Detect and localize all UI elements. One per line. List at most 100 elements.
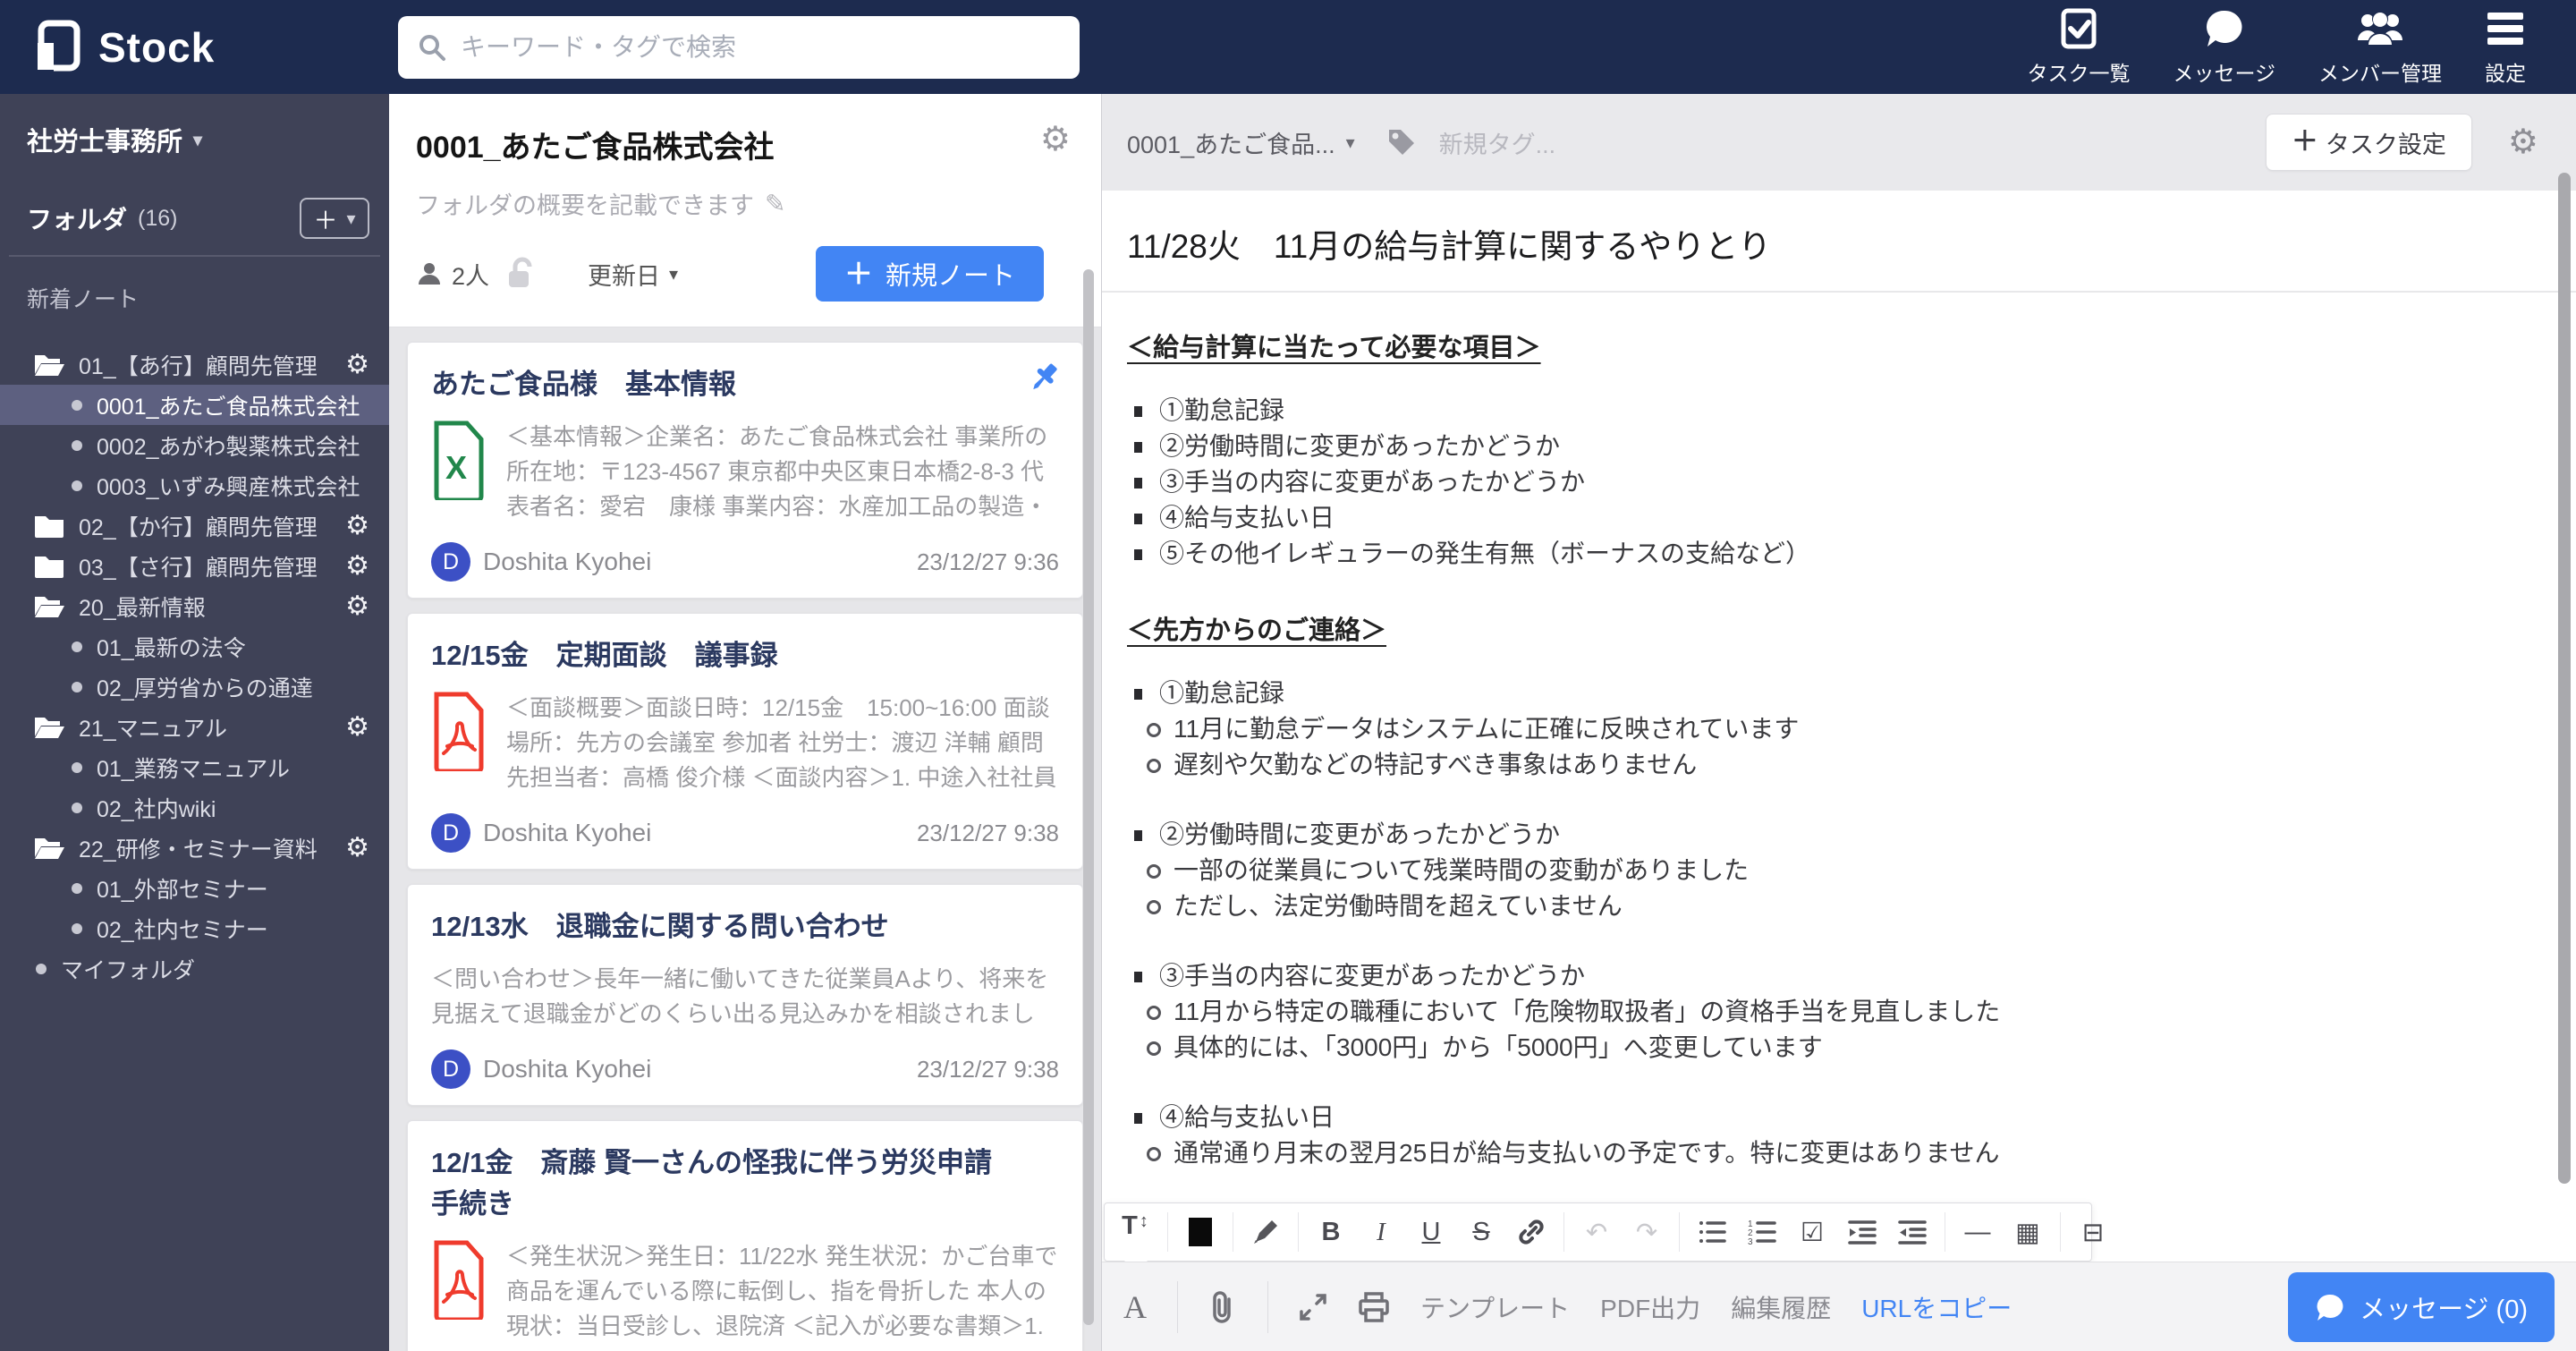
folder-breadcrumb[interactable]: 0001_あたご食品... ▾ [1127, 125, 1355, 160]
sidebar-folder-21[interactable]: 21_マニュアル ⚙ [0, 707, 389, 747]
search-input[interactable] [461, 32, 1060, 62]
link-icon[interactable] [1506, 1211, 1556, 1253]
table-icon[interactable]: ▦ [2003, 1211, 2053, 1253]
bullet-dot-icon [72, 681, 82, 692]
note-list-scrollbar[interactable] [1083, 269, 1094, 1325]
sidebar-note-ext-seminar[interactable]: 01_外部セミナー [0, 868, 389, 908]
note-title: あたご食品様 基本情報 [431, 369, 736, 400]
editor-scrollbar[interactable] [2558, 173, 2571, 1184]
sidebar-note-mhlw[interactable]: 02_厚労省からの通達 [0, 667, 389, 707]
app-title: Stock [98, 23, 216, 71]
nav-messages-label: メッセージ [2173, 61, 2275, 85]
note-card-accident-claim[interactable]: 12/1金 斎藤 賢一さんの怪我に伴う労災申請手続き ＜発生状況＞発生日：11/… [407, 1120, 1083, 1351]
folder-gear-icon[interactable]: ⚙ [345, 591, 369, 622]
bullet-dot-icon [72, 480, 82, 491]
note-card-retirement-inquiry[interactable]: 12/13水 退職金に関する問い合わせ ＜問い合わせ＞長年一緒に働いてきた従業員… [407, 884, 1083, 1106]
note-editor-title[interactable]: 11/28火 11月の給与計算に関するやりとり [1102, 191, 2576, 291]
bullet-list-icon[interactable] [1687, 1211, 1737, 1253]
sidebar-note-manual[interactable]: 01_業務マニュアル [0, 747, 389, 787]
sidebar-folder-22[interactable]: 22_研修・セミナー資料 ⚙ [0, 828, 389, 868]
sidebar-note-latest-law[interactable]: 01_最新の法令 [0, 626, 389, 667]
task-settings-button[interactable]: ＋ タスク設定 [2265, 114, 2472, 171]
app-brand[interactable]: Stock [0, 20, 389, 75]
sidebar-folder-20[interactable]: 20_最新情報 ⚙ [0, 586, 389, 626]
nav-messages[interactable]: メッセージ [2173, 8, 2275, 87]
nav-members-label: メンバー管理 [2318, 61, 2442, 85]
edit-history-button[interactable]: 編集履歴 [1731, 1289, 1831, 1325]
member-count[interactable]: 2人 [416, 257, 489, 292]
strikethrough-button[interactable]: S [1456, 1211, 1506, 1253]
sidebar-note-0002[interactable]: 0002_あがわ製薬株式会社 [0, 425, 389, 465]
outdent-icon[interactable] [1887, 1211, 1937, 1253]
pin-icon[interactable] [1027, 361, 1063, 401]
undo-button[interactable]: ↶ [1572, 1211, 1622, 1253]
text-color-button[interactable] [1175, 1211, 1225, 1253]
global-search[interactable] [398, 15, 1080, 79]
unlocked-icon[interactable] [505, 257, 538, 291]
horizontal-rule-button[interactable]: — [1953, 1211, 2003, 1253]
sidebar-folder-03[interactable]: 03_【さ行】顧問先管理 ⚙ [0, 546, 389, 586]
pdf-export-button[interactable]: PDF出力 [1600, 1289, 1700, 1325]
folder-gear-icon[interactable]: ⚙ [345, 832, 369, 863]
note-timestamp: 23/12/27 9:36 [916, 548, 1059, 575]
add-folder-button[interactable]: ＋ ▾ [300, 198, 369, 239]
avatar: D [431, 1049, 470, 1089]
sort-dropdown[interactable]: 更新日 ▾ [588, 257, 678, 292]
folder-open-icon [34, 836, 64, 861]
color-swatch [1189, 1218, 1212, 1246]
nav-settings[interactable]: 設定 [2485, 8, 2526, 87]
message-button[interactable]: メッセージ (0) [2288, 1271, 2555, 1342]
table-remove-icon[interactable]: ⊟ [2068, 1211, 2118, 1253]
indent-icon[interactable] [1837, 1211, 1887, 1253]
new-note-button[interactable]: ＋ 新規ノート [815, 246, 1044, 302]
nav-members[interactable]: メンバー管理 [2318, 8, 2442, 87]
note-editor-body[interactable]: ＜給与計算に当たって必要な項目＞ ①勤怠記録 ②労働時間に変更があったかどうか … [1102, 293, 2576, 1351]
folder-gear-icon[interactable]: ⚙ [345, 550, 369, 582]
separator [1267, 1280, 1268, 1333]
sidebar-note-0001[interactable]: 0001_あたご食品株式会社 [0, 385, 389, 425]
folder-gear-icon[interactable]: ⚙ [345, 349, 369, 380]
attachment-paperclip-icon[interactable] [1208, 1290, 1237, 1323]
redo-button[interactable]: ↷ [1622, 1211, 1672, 1253]
numbered-list-icon[interactable]: 123 [1737, 1211, 1787, 1253]
folder-gear-icon[interactable]: ⚙ [345, 510, 369, 541]
workspace-switcher[interactable]: 社労士事務所 ▾ [0, 121, 389, 158]
new-tag-input[interactable]: 新規タグ... [1439, 125, 1556, 160]
note-card-meeting-minutes[interactable]: 12/15金 定期面談 議事録 ＜面談概要＞面談日時：12/15金 15:00~… [407, 613, 1083, 870]
list-item: ②労働時間に変更があったかどうか [1127, 429, 2513, 464]
sidebar-note-0003[interactable]: 0003_いずみ興産株式会社 [0, 465, 389, 506]
folders-count: (16) [138, 205, 178, 231]
italic-button[interactable]: I [1356, 1211, 1406, 1253]
bold-button[interactable]: B [1306, 1211, 1356, 1253]
sidebar-folder-01[interactable]: 01_【あ行】顧問先管理 ⚙ [0, 344, 389, 385]
chevron-down-icon: ▾ [669, 264, 679, 285]
copy-url-button[interactable]: URLをコピー [1861, 1289, 2012, 1325]
sidebar-folder-02[interactable]: 02_【か行】顧問先管理 ⚙ [0, 506, 389, 546]
note-settings-gear-icon[interactable]: ⚙ [2508, 125, 2538, 159]
sidebar-my-folder[interactable]: マイフォルダ [0, 948, 389, 989]
highlighter-pen-icon[interactable] [1241, 1211, 1291, 1253]
note-author: Doshita Kyohei [483, 819, 652, 846]
chevron-down-icon: ▾ [346, 208, 356, 229]
font-button[interactable]: A [1123, 1288, 1147, 1326]
template-button[interactable]: テンプレート [1420, 1289, 1570, 1325]
note-card-basic-info[interactable]: あたご食品様 基本情報 X ＜基本情報＞企業名：あたご食品株式会社 事業所の所在… [407, 342, 1083, 599]
sidebar-note-int-seminar[interactable]: 02_社内セミナー [0, 908, 389, 948]
note-timestamp: 23/12/27 9:38 [916, 819, 1059, 846]
note-snippet: ＜面談概要＞面談日時：12/15金 15:00~16:00 面談場所：先方の会議… [506, 694, 1057, 791]
nav-task-list[interactable]: タスク一覧 [2027, 8, 2130, 87]
folder-gear-icon[interactable]: ⚙ [345, 711, 369, 743]
text-size-button[interactable]: T ↕ [1110, 1211, 1160, 1253]
folder-settings-gear-icon[interactable]: ⚙ [1040, 123, 1071, 157]
fullscreen-expand-icon[interactable] [1299, 1293, 1327, 1321]
checkbox-list-icon[interactable]: ☑ [1787, 1211, 1837, 1253]
underline-button[interactable]: U [1406, 1211, 1456, 1253]
sidebar-item-new-notes[interactable]: 新着ノート [0, 276, 389, 319]
note-title: 12/1金 斎藤 賢一さんの怪我に伴う労災申請手続き [431, 1147, 992, 1219]
stock-logo-icon [30, 20, 80, 75]
print-icon[interactable] [1358, 1291, 1390, 1322]
sidebar-note-wiki[interactable]: 02_社内wiki [0, 787, 389, 828]
chevron-down-icon: ▾ [1345, 132, 1355, 153]
sub-list-item: 通常通り月末の翌月25日が給与支払いの予定です。特に変更はありません [1141, 1135, 2513, 1171]
edit-pencil-icon[interactable]: ✎ [765, 189, 785, 218]
